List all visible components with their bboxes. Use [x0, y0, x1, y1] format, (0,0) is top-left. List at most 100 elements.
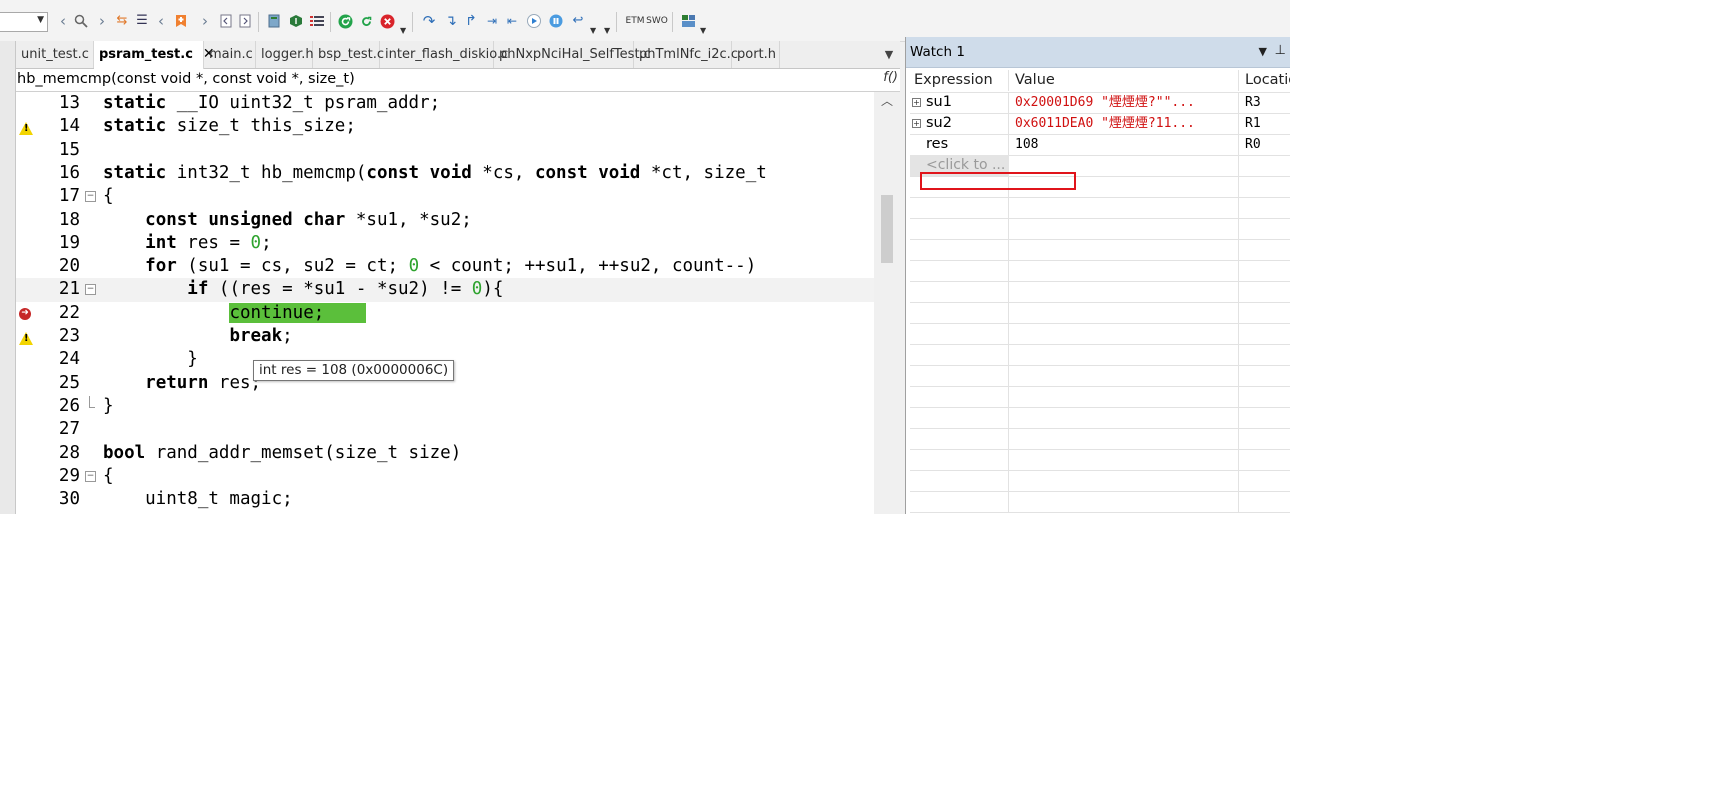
step-over-icon[interactable]: ↷: [420, 12, 438, 30]
expand-icon[interactable]: +: [912, 98, 921, 107]
code-line[interactable]: 16 static int32_t hb_memcmp(const void *…: [16, 162, 874, 185]
watch-value[interactable]: 108: [1009, 134, 1239, 155]
code-line[interactable]: 18 const unsigned char *su1, *su2;: [16, 209, 874, 232]
prev-page-icon[interactable]: [217, 12, 235, 30]
pause-icon[interactable]: [547, 12, 565, 30]
back-small-icon[interactable]: ‹: [152, 12, 170, 30]
download-icon[interactable]: [265, 12, 283, 30]
chevron-down-icon[interactable]: ▼: [590, 26, 596, 35]
flash-icon[interactable]: [287, 12, 305, 30]
function-list-icon[interactable]: f(): [883, 70, 898, 85]
chevron-down-icon[interactable]: ▼: [604, 26, 610, 35]
code-line[interactable]: ➜ 22 continue;: [16, 302, 874, 325]
code-line[interactable]: 26 }: [16, 395, 874, 418]
function-signature: hb_memcmp(const void *, const void *, si…: [17, 71, 355, 87]
pin-icon[interactable]: ⊥: [1275, 43, 1286, 58]
return-icon[interactable]: ↩: [569, 12, 587, 30]
watch-value[interactable]: 0x6011DEA0 "煙煙煙?11...: [1009, 113, 1239, 134]
fold-toggle[interactable]: −: [85, 470, 96, 482]
run-icon[interactable]: [336, 12, 354, 30]
target-select[interactable]: ▼: [0, 12, 48, 32]
tab-psram-test-c[interactable]: psram_test.c ✕: [94, 41, 215, 69]
swo-icon[interactable]: SWO: [646, 12, 668, 30]
empty-row: [910, 386, 1290, 408]
tab-unit-test-c[interactable]: unit_test.c: [16, 41, 94, 68]
watch-expression-cell[interactable]: + su1: [910, 92, 1009, 113]
code-text: {: [103, 186, 114, 207]
chevron-down-icon[interactable]: ▼: [37, 15, 44, 25]
etm-icon[interactable]: ETM: [624, 12, 646, 30]
empty-cell: [1239, 155, 1290, 176]
function-navigation-bar[interactable]: hb_memcmp(const void *, const void *, si…: [16, 69, 900, 92]
stop-icon[interactable]: [378, 12, 396, 30]
code-text: bool rand_addr_memset(size_t size): [103, 442, 462, 463]
line-number: 14: [58, 116, 80, 137]
code-line[interactable]: 21 − if ((res = *su1 - *su2) != 0){: [16, 278, 874, 302]
code-line[interactable]: 13 static __IO uint32_t psram_addr;: [16, 92, 874, 115]
show-next-icon[interactable]: ⇤: [503, 12, 521, 30]
toolbar-separator: [616, 12, 617, 32]
scrollbar-thumb[interactable]: [881, 195, 893, 263]
run-to-cursor-icon[interactable]: ⇥: [483, 12, 501, 30]
chevron-up-icon[interactable]: ︿: [874, 92, 900, 110]
bookmark-icon[interactable]: [172, 12, 190, 30]
fold-toggle[interactable]: −: [85, 284, 96, 296]
watch-value[interactable]: 0x20001D69 "煙煙煙?""...: [1009, 92, 1239, 113]
reset-icon[interactable]: [357, 12, 375, 30]
code-line[interactable]: 20 for (su1 = cs, su2 = ct; 0 < count; +…: [16, 255, 874, 278]
column-header-value[interactable]: Value: [1009, 70, 1239, 91]
code-line[interactable]: 19 int res = 0;: [16, 232, 874, 255]
empty-row: [910, 470, 1290, 492]
find-icon[interactable]: [72, 12, 90, 30]
chevron-down-icon[interactable]: ▼: [700, 26, 706, 35]
watch-row[interactable]: res 108 R0: [910, 134, 1290, 156]
code-line[interactable]: ! 14 static size_t this_size;: [16, 115, 874, 138]
tab-logger-h[interactable]: logger.h: [256, 41, 314, 68]
tab-label: inter_flash_diskio.c: [385, 47, 509, 62]
watch-row[interactable]: + su1 0x20001D69 "煙煙煙?""... R3: [910, 92, 1290, 114]
code-line[interactable]: 15: [16, 139, 874, 162]
code-line[interactable]: 27: [16, 418, 874, 441]
list-icon[interactable]: [308, 12, 326, 30]
next-page-icon[interactable]: [236, 12, 254, 30]
fold-end-marker: [89, 395, 95, 408]
watch-header-row: Expression Value Location: [910, 70, 1290, 93]
step-into-icon[interactable]: ↴: [442, 12, 460, 30]
step-out-icon[interactable]: ↱: [462, 12, 480, 30]
code-line[interactable]: 28 bool rand_addr_memset(size_t size): [16, 442, 874, 465]
back-icon[interactable]: ‹: [54, 12, 72, 30]
editor-scrollbar[interactable]: ︿: [874, 92, 900, 514]
chevron-down-icon[interactable]: ▼: [1259, 45, 1267, 58]
code-text: continue;: [229, 302, 367, 323]
code-area[interactable]: 13 static __IO uint32_t psram_addr; ! 14…: [16, 92, 874, 514]
tab-inter-flash-diskio-c[interactable]: inter_flash_diskio.c: [380, 41, 508, 68]
column-header-location[interactable]: Location: [1239, 70, 1290, 91]
play-icon[interactable]: [525, 12, 543, 30]
window-icon[interactable]: [679, 12, 697, 30]
code-line[interactable]: 29 − {: [16, 465, 874, 488]
watch-expression-cell[interactable]: + su2: [910, 113, 1009, 134]
chevron-down-icon[interactable]: ▼: [878, 41, 900, 68]
empty-row: [910, 218, 1290, 240]
toggle-icon[interactable]: ⇆: [113, 12, 131, 30]
code-line[interactable]: 17 − {: [16, 185, 874, 208]
indent-icon[interactable]: ☰: [133, 12, 151, 30]
tab-main-c[interactable]: main.c: [204, 41, 256, 68]
tab-phnxpncihal-selftest-c[interactable]: phNxpNciHal_SelfTest.c: [494, 41, 651, 68]
watch-expression-cell[interactable]: res: [910, 134, 1009, 155]
chevron-down-icon[interactable]: ▼: [400, 26, 406, 35]
forward-icon[interactable]: ›: [93, 12, 111, 30]
tab-bsp-test-c[interactable]: bsp_test.c: [313, 41, 384, 68]
tab-phtmlnfc-i2c-c[interactable]: phTmlNfc_i2c.c: [634, 41, 738, 68]
forward-small-icon[interactable]: ›: [196, 12, 214, 30]
column-header-expression[interactable]: Expression: [910, 70, 1009, 91]
code-text: static int32_t hb_memcmp(const void *cs,…: [103, 162, 767, 183]
watch-row[interactable]: + su2 0x6011DEA0 "煙煙煙?11... R1: [910, 113, 1290, 135]
code-line[interactable]: 30 uint8_t magic;: [16, 488, 874, 511]
empty-row: [910, 197, 1290, 219]
expand-icon[interactable]: +: [912, 119, 921, 128]
line-number: 23: [58, 326, 80, 346]
tab-port-h[interactable]: port.h: [732, 41, 780, 68]
fold-toggle[interactable]: −: [85, 191, 96, 203]
code-line[interactable]: ! 23 break;: [16, 325, 874, 348]
